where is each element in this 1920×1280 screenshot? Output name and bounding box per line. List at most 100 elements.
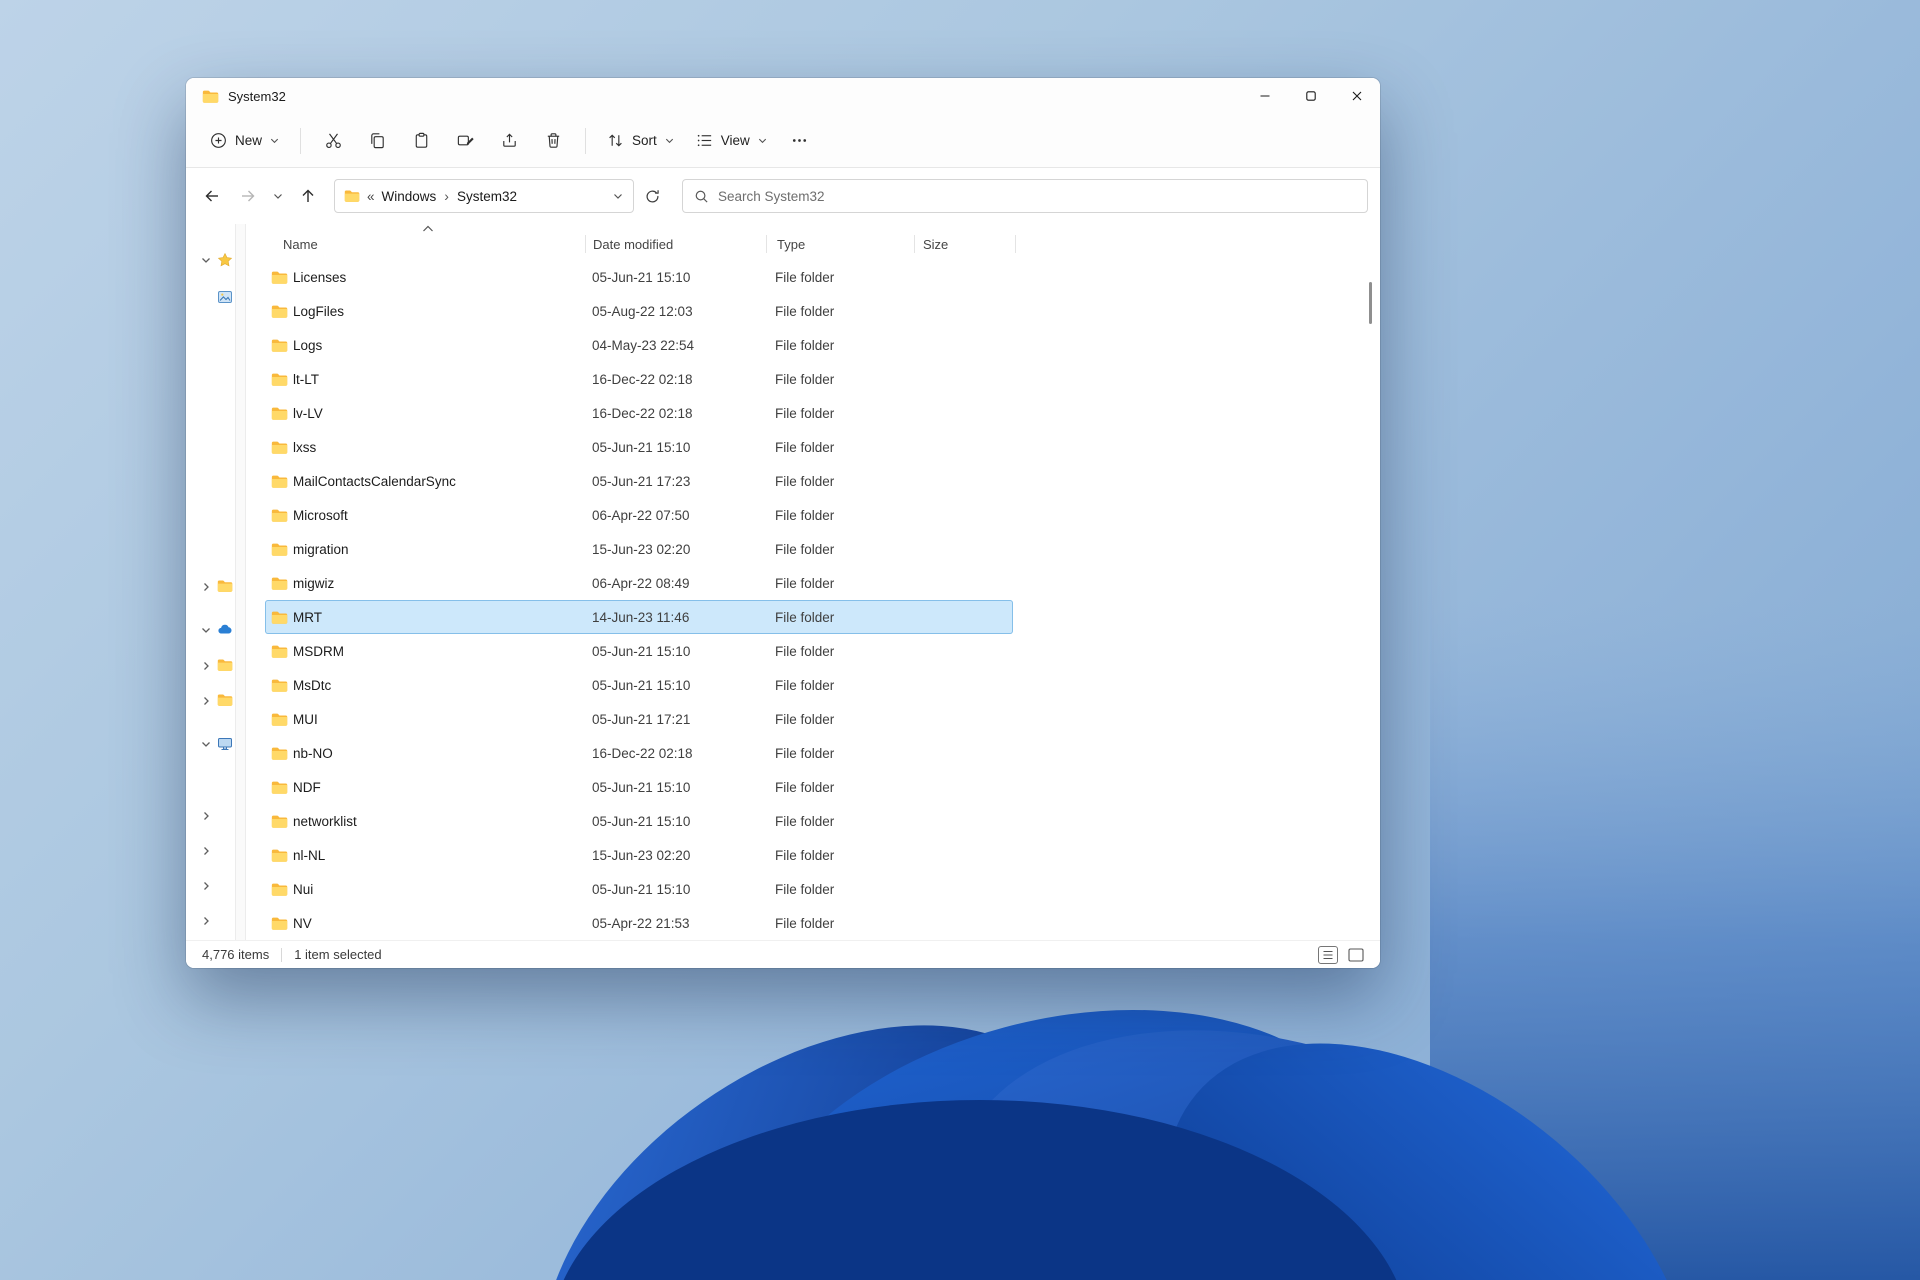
scrollbar-thumb[interactable] — [1369, 282, 1372, 324]
chevron-right-icon[interactable] — [200, 915, 212, 927]
chevron-right-icon[interactable] — [200, 581, 212, 593]
search-input[interactable] — [718, 188, 1356, 204]
file-row[interactable]: migwiz 06-Apr-22 08:49 File folder — [265, 566, 1013, 600]
sidebar-item[interactable] — [200, 874, 212, 898]
chevron-right-icon[interactable] — [200, 845, 212, 857]
folder-icon — [217, 658, 233, 674]
sidebar-item[interactable] — [200, 689, 233, 713]
column-header-size[interactable]: Size — [915, 230, 1015, 258]
chevron-right-icon[interactable] — [200, 695, 212, 707]
cut-icon — [324, 131, 343, 150]
back-button[interactable] — [194, 180, 230, 212]
column-header-type[interactable]: Type — [767, 230, 914, 258]
file-row[interactable]: MailContactsCalendarSync 05-Jun-21 17:23… — [265, 464, 1013, 498]
breadcrumb-windows[interactable]: Windows — [382, 189, 437, 204]
sidebar-item[interactable] — [200, 909, 212, 933]
column-header-date-modified[interactable]: Date modified — [586, 230, 766, 258]
paste-button[interactable] — [400, 123, 442, 159]
file-type: File folder — [775, 371, 835, 387]
copy-button[interactable] — [356, 123, 398, 159]
titlebar[interactable]: System32 — [186, 78, 1380, 114]
folder-icon — [265, 610, 293, 625]
column-header-name[interactable]: Name — [265, 230, 585, 258]
chevron-down-icon[interactable] — [200, 738, 212, 750]
sidebar-item[interactable] — [200, 654, 233, 678]
cut-button[interactable] — [312, 123, 354, 159]
file-row[interactable]: networklist 05-Jun-21 15:10 File folder — [265, 804, 1013, 838]
breadcrumb-overflow[interactable]: « — [367, 189, 375, 204]
file-row[interactable]: LogFiles 05-Aug-22 12:03 File folder — [265, 294, 1013, 328]
file-name: nl-NL — [293, 847, 326, 863]
address-dropdown-button[interactable] — [612, 190, 624, 202]
toolbar-separator — [300, 127, 302, 154]
file-row[interactable]: MUI 05-Jun-21 17:21 File folder — [265, 702, 1013, 736]
forward-button[interactable] — [230, 180, 266, 212]
search-box[interactable] — [682, 179, 1368, 213]
list-scrollbar[interactable] — [1365, 258, 1377, 940]
file-name: MUI — [293, 711, 318, 727]
refresh-icon — [646, 189, 659, 202]
file-row[interactable]: Microsoft 06-Apr-22 07:50 File folder — [265, 498, 1013, 532]
file-row[interactable]: lt-LT 16-Dec-22 02:18 File folder — [265, 362, 1013, 396]
file-type: File folder — [775, 813, 835, 829]
file-type: File folder — [775, 643, 835, 659]
sidebar-item[interactable] — [200, 285, 233, 309]
file-row[interactable]: NDF 05-Jun-21 15:10 File folder — [265, 770, 1013, 804]
folder-icon — [265, 916, 293, 931]
chevron-right-icon[interactable] — [200, 880, 212, 892]
sidebar-item[interactable] — [200, 618, 233, 642]
folder-icon — [217, 693, 233, 709]
file-type: File folder — [775, 779, 835, 795]
file-row[interactable]: Licenses 05-Jun-21 15:10 File folder — [265, 260, 1013, 294]
chevron-down-icon[interactable] — [200, 624, 212, 636]
sidebar-item[interactable] — [200, 248, 233, 272]
view-button[interactable]: View — [686, 123, 777, 159]
sidebar-item[interactable] — [200, 575, 233, 599]
column-divider[interactable] — [1015, 235, 1016, 253]
sidebar-item[interactable] — [200, 839, 212, 863]
sidebar-item[interactable] — [200, 732, 233, 756]
folder-icon — [265, 780, 293, 795]
more-icon — [790, 131, 809, 150]
sort-button[interactable]: Sort — [597, 123, 684, 159]
file-row[interactable]: nl-NL 15-Jun-23 02:20 File folder — [265, 838, 1013, 872]
recent-locations-button[interactable] — [266, 180, 290, 212]
new-button[interactable]: New — [200, 123, 289, 159]
share-button[interactable] — [488, 123, 530, 159]
up-button[interactable] — [290, 180, 326, 212]
more-options-button[interactable] — [779, 123, 821, 159]
content-area: Name Date modified Type Size Licenses 05… — [186, 224, 1380, 940]
file-row[interactable]: nb-NO 16-Dec-22 02:18 File folder — [265, 736, 1013, 770]
file-row[interactable]: lxss 05-Jun-21 15:10 File folder — [265, 430, 1013, 464]
address-bar[interactable]: « Windows › System32 — [334, 179, 634, 213]
sidebar-item[interactable] — [200, 804, 212, 828]
delete-button[interactable] — [532, 123, 574, 159]
file-row[interactable]: Logs 04-May-23 22:54 File folder — [265, 328, 1013, 362]
folder-icon — [265, 848, 293, 863]
file-type: File folder — [775, 745, 835, 761]
file-row[interactable]: MSDRM 05-Jun-21 15:10 File folder — [265, 634, 1013, 668]
file-row[interactable]: MsDtc 05-Jun-21 15:10 File folder — [265, 668, 1013, 702]
file-name: MailContactsCalendarSync — [293, 473, 456, 489]
file-row[interactable]: Nui 05-Jun-21 15:10 File folder — [265, 872, 1013, 906]
minimize-button[interactable] — [1242, 78, 1288, 114]
chevron-right-icon[interactable] — [200, 810, 212, 822]
file-row[interactable]: NV 05-Apr-22 21:53 File folder — [265, 906, 1013, 940]
chevron-down-icon[interactable] — [200, 254, 212, 266]
file-type: File folder — [775, 609, 835, 625]
large-icons-view-button[interactable] — [1346, 946, 1366, 964]
sidebar-scrollbar[interactable] — [235, 224, 246, 940]
rename-button[interactable] — [444, 123, 486, 159]
file-row[interactable]: migration 15-Jun-23 02:20 File folder — [265, 532, 1013, 566]
file-explorer-window: System32 New Sort View « Windows › Syste… — [186, 78, 1380, 968]
file-row[interactable]: lv-LV 16-Dec-22 02:18 File folder — [265, 396, 1013, 430]
close-button[interactable] — [1334, 78, 1380, 114]
refresh-button[interactable] — [634, 180, 670, 212]
file-row[interactable]: MRT 14-Jun-23 11:46 File folder — [265, 600, 1013, 634]
sort-ascending-icon — [422, 225, 434, 233]
maximize-button[interactable] — [1288, 78, 1334, 114]
chevron-right-icon[interactable] — [200, 660, 212, 672]
file-name: Microsoft — [293, 507, 348, 523]
breadcrumb-system32[interactable]: System32 — [457, 189, 517, 204]
details-view-button[interactable] — [1318, 945, 1338, 964]
